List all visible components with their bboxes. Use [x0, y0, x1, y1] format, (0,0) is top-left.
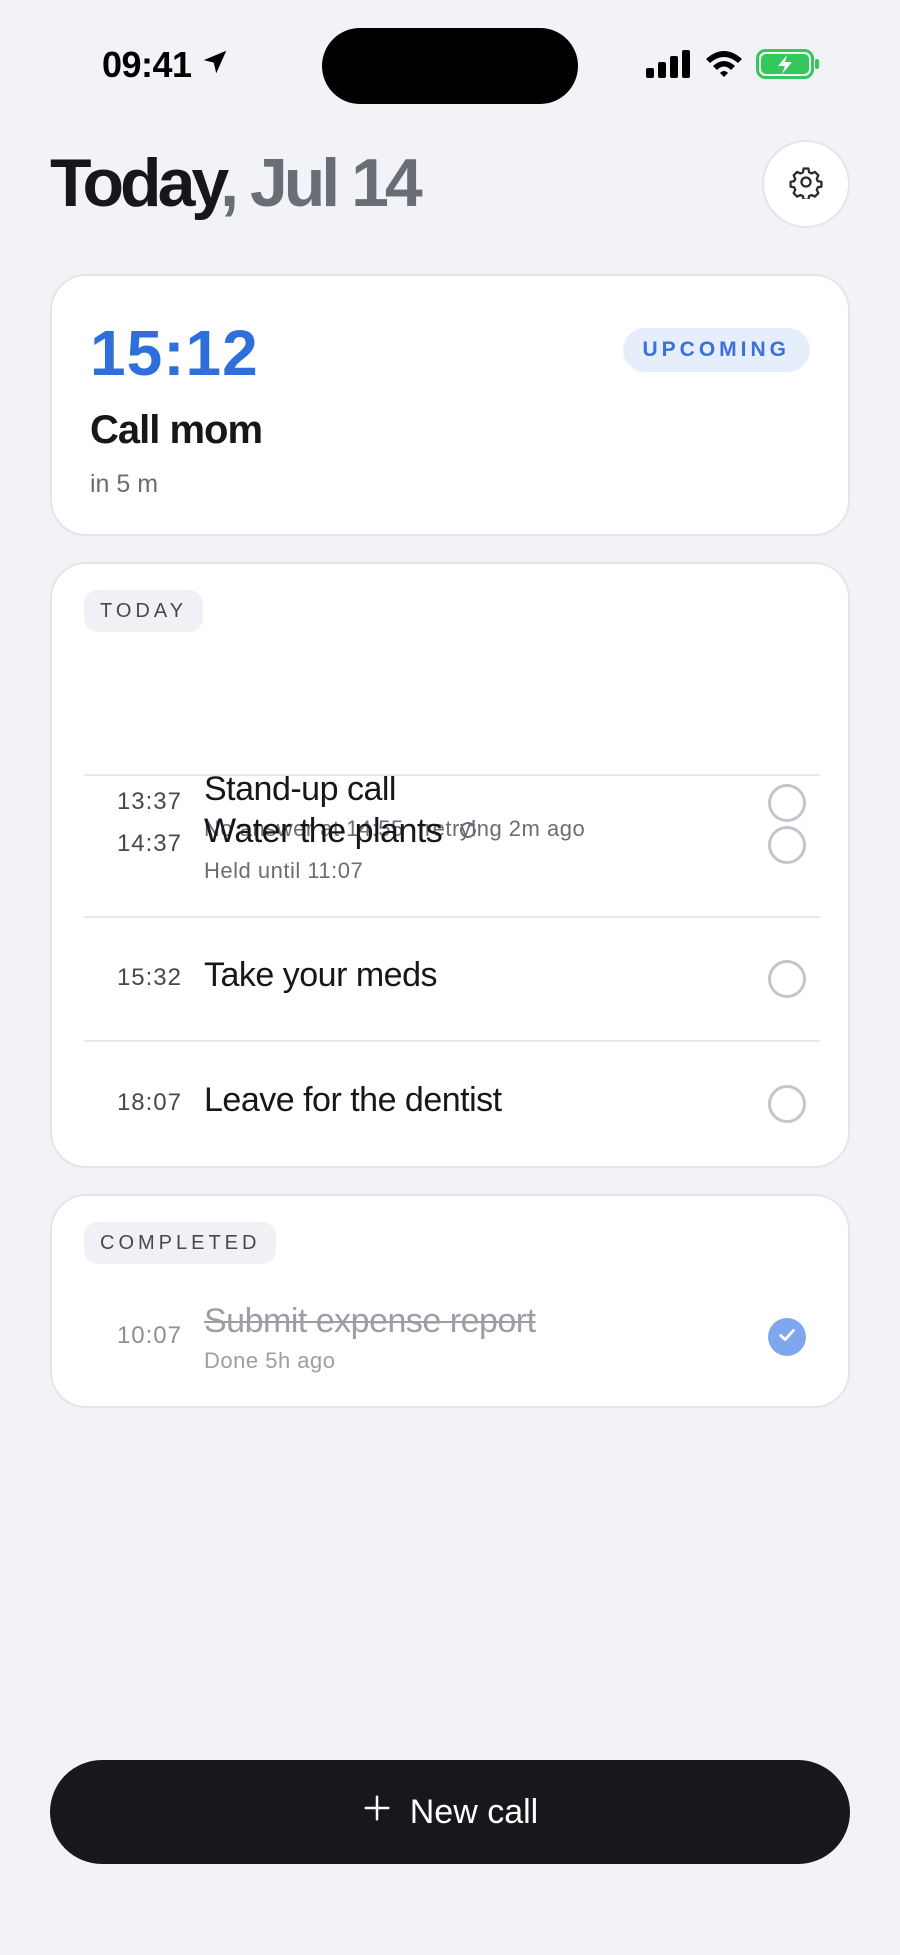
list-item[interactable]: 18:07 Leave for the dentist [84, 564, 816, 1123]
title-day: Today [50, 145, 224, 221]
status-icons [646, 48, 820, 85]
section-label-completed: COMPLETED [84, 1222, 277, 1264]
status-bar: 09:41 [0, 0, 900, 130]
repeat-icon [456, 812, 480, 851]
gear-icon [789, 165, 823, 204]
complete-checkbox[interactable] [768, 784, 806, 822]
divider [84, 1040, 820, 1042]
complete-checkbox[interactable] [768, 1085, 806, 1123]
location-arrow-icon [200, 44, 230, 86]
checkmark-icon [776, 1324, 798, 1351]
item-time: 13:37 [116, 788, 182, 815]
page-header: Today, Jul 14 [50, 140, 850, 230]
status-time: 09:41 [102, 44, 192, 85]
settings-button[interactable] [762, 140, 850, 228]
title-date: , Jul 14 [220, 145, 423, 221]
status-clock: 09:41 [102, 44, 230, 86]
wifi-icon [704, 49, 744, 84]
list-item[interactable]: 10:07 Submit expense report Done 5h ago [84, 1196, 816, 1373]
dynamic-island [322, 28, 578, 104]
next-call-card[interactable]: 15:12 UPCOMING Call mom in 5 m [50, 274, 850, 536]
divider [84, 774, 820, 776]
complete-checkbox[interactable] [768, 826, 806, 864]
section-label-today: TODAY [84, 590, 204, 632]
cellular-signal-icon [646, 50, 692, 83]
item-time: 18:07 [116, 1089, 182, 1116]
item-title: Submit expense report [204, 1302, 536, 1340]
page-title: Today, Jul 14 [50, 145, 423, 221]
status-badge: UPCOMING [622, 328, 810, 372]
item-time: 14:37 [116, 830, 182, 857]
item-time: 15:32 [116, 964, 182, 991]
item-title: Take your meds [204, 956, 438, 994]
item-subtitle: Done 5h ago [204, 1348, 336, 1373]
item-title-text: Water the plants [204, 812, 443, 850]
next-call-time: 15:12 [90, 317, 259, 389]
divider [84, 916, 820, 918]
battery-charging-icon [756, 48, 820, 85]
next-call-title: Call mom [90, 408, 263, 452]
new-call-label: New call [409, 1792, 539, 1831]
completed-checkbox[interactable] [768, 1318, 806, 1356]
item-time: 10:07 [116, 1322, 182, 1349]
plus-icon [362, 1793, 392, 1832]
item-title: Water the plants [204, 812, 480, 851]
today-list-card: TODAY 13:37 Stand-up call No answer at 1… [50, 562, 850, 1168]
next-call-countdown: in 5 m [90, 470, 159, 498]
item-title: Leave for the dentist [204, 1081, 502, 1119]
list-item[interactable]: 13:37 Stand-up call No answer at 14:55 ·… [84, 664, 816, 841]
item-subtitle: Held until 11:07 [204, 858, 364, 883]
completed-list-card: COMPLETED 10:07 Submit expense report Do… [50, 1194, 850, 1408]
complete-checkbox[interactable] [768, 960, 806, 998]
new-call-button[interactable]: New call [50, 1760, 850, 1864]
